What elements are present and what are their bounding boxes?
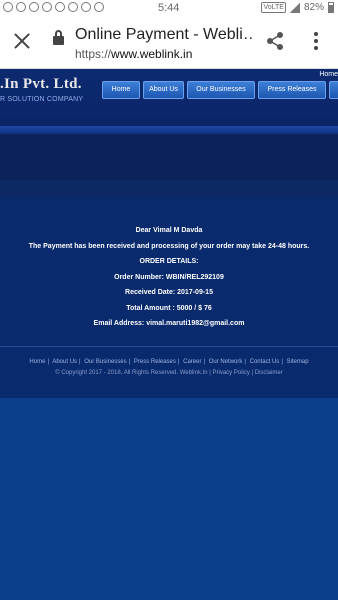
page-url[interactable]: https://www.weblink.in bbox=[75, 47, 192, 61]
payment-confirmation: Dear Vimal M Davda The Payment has been … bbox=[0, 198, 338, 338]
volte-badge: VoLTE bbox=[261, 2, 286, 13]
share-icon[interactable] bbox=[265, 31, 285, 51]
nav-more-button[interactable] bbox=[329, 81, 338, 99]
footer-link-contact[interactable]: Contact Us bbox=[250, 359, 280, 365]
battery-percent: 82% bbox=[303, 2, 324, 13]
divider-band bbox=[0, 180, 338, 198]
signal-icon bbox=[289, 2, 300, 13]
email-address: Email Address: vimal.maruti1982@gmail.co… bbox=[93, 320, 245, 327]
header-stripe bbox=[0, 126, 338, 134]
clock: 5:44 bbox=[158, 2, 180, 14]
app-icon bbox=[29, 2, 39, 12]
footer-link-about[interactable]: About Us bbox=[52, 359, 77, 365]
footer-link-career[interactable]: Career bbox=[183, 359, 201, 365]
home-link-top[interactable]: Home bbox=[319, 71, 338, 78]
url-host: www.weblink.in bbox=[111, 47, 193, 61]
total-amount: Total Amount : 5000 / $ 76 bbox=[126, 305, 212, 312]
notification-icons bbox=[3, 2, 104, 12]
site-logo[interactable]: .In Pvt. Ltd. bbox=[0, 76, 82, 93]
footer-link-businesses[interactable]: Our Businesses bbox=[84, 359, 126, 365]
url-scheme: https:// bbox=[75, 47, 112, 61]
jio-icon bbox=[16, 2, 26, 12]
nav-press-releases-button[interactable]: Press Releases bbox=[258, 81, 326, 99]
site-header: .In Pvt. Ltd. R SOLUTION COMPANY Home Ho… bbox=[0, 70, 338, 134]
more-options-icon[interactable] bbox=[310, 32, 322, 52]
lock-icon[interactable] bbox=[53, 30, 64, 45]
footer-link-press[interactable]: Press Releases bbox=[134, 359, 176, 365]
status-bar: 5:44 VoLTE 82% bbox=[0, 0, 338, 17]
footer-link-home[interactable]: Home bbox=[29, 359, 45, 365]
greeting: Dear Vimal M Davda bbox=[135, 227, 203, 234]
received-date: Received Date: 2017-09-15 bbox=[125, 289, 213, 296]
vodafone-icon bbox=[42, 2, 52, 12]
order-number: Order Number: WBIN/REL292109 bbox=[114, 274, 224, 281]
phone-icon bbox=[68, 2, 78, 12]
confirmation-message: The Payment has been received and proces… bbox=[28, 243, 310, 250]
main-nav: Home About Us Our Businesses Press Relea… bbox=[102, 81, 338, 99]
notification-icon bbox=[3, 2, 13, 12]
nav-businesses-button[interactable]: Our Businesses bbox=[187, 81, 255, 99]
footer-divider bbox=[0, 346, 338, 347]
footer-link-sitemap[interactable]: Sitemap bbox=[287, 359, 309, 365]
footer-link-network[interactable]: Our Network bbox=[209, 359, 243, 365]
nav-about-button[interactable]: About Us bbox=[143, 81, 184, 99]
page-title[interactable]: Online Payment - Webli… bbox=[75, 26, 255, 44]
page-background-lower bbox=[0, 398, 338, 600]
order-details-heading: ORDER DETAILS: bbox=[139, 258, 199, 265]
footer-links: Home | About Us | Our Businesses | Press Re… bbox=[29, 359, 309, 365]
battery-icon bbox=[328, 2, 334, 13]
close-icon[interactable] bbox=[12, 31, 32, 51]
copyright-notice: © Copyright 2017 - 2018, All Rights Rese… bbox=[55, 370, 283, 376]
mail-icon bbox=[94, 2, 104, 12]
banner-band bbox=[0, 134, 338, 180]
site-tagline: R SOLUTION COMPANY bbox=[0, 96, 84, 103]
browser-toolbar: Online Payment - Webli… https://www.webl… bbox=[0, 17, 338, 69]
whatsapp-icon bbox=[55, 2, 65, 12]
whatsapp-icon bbox=[81, 2, 91, 12]
system-icons: VoLTE 82% bbox=[261, 2, 334, 13]
nav-home-button[interactable]: Home bbox=[102, 81, 140, 99]
